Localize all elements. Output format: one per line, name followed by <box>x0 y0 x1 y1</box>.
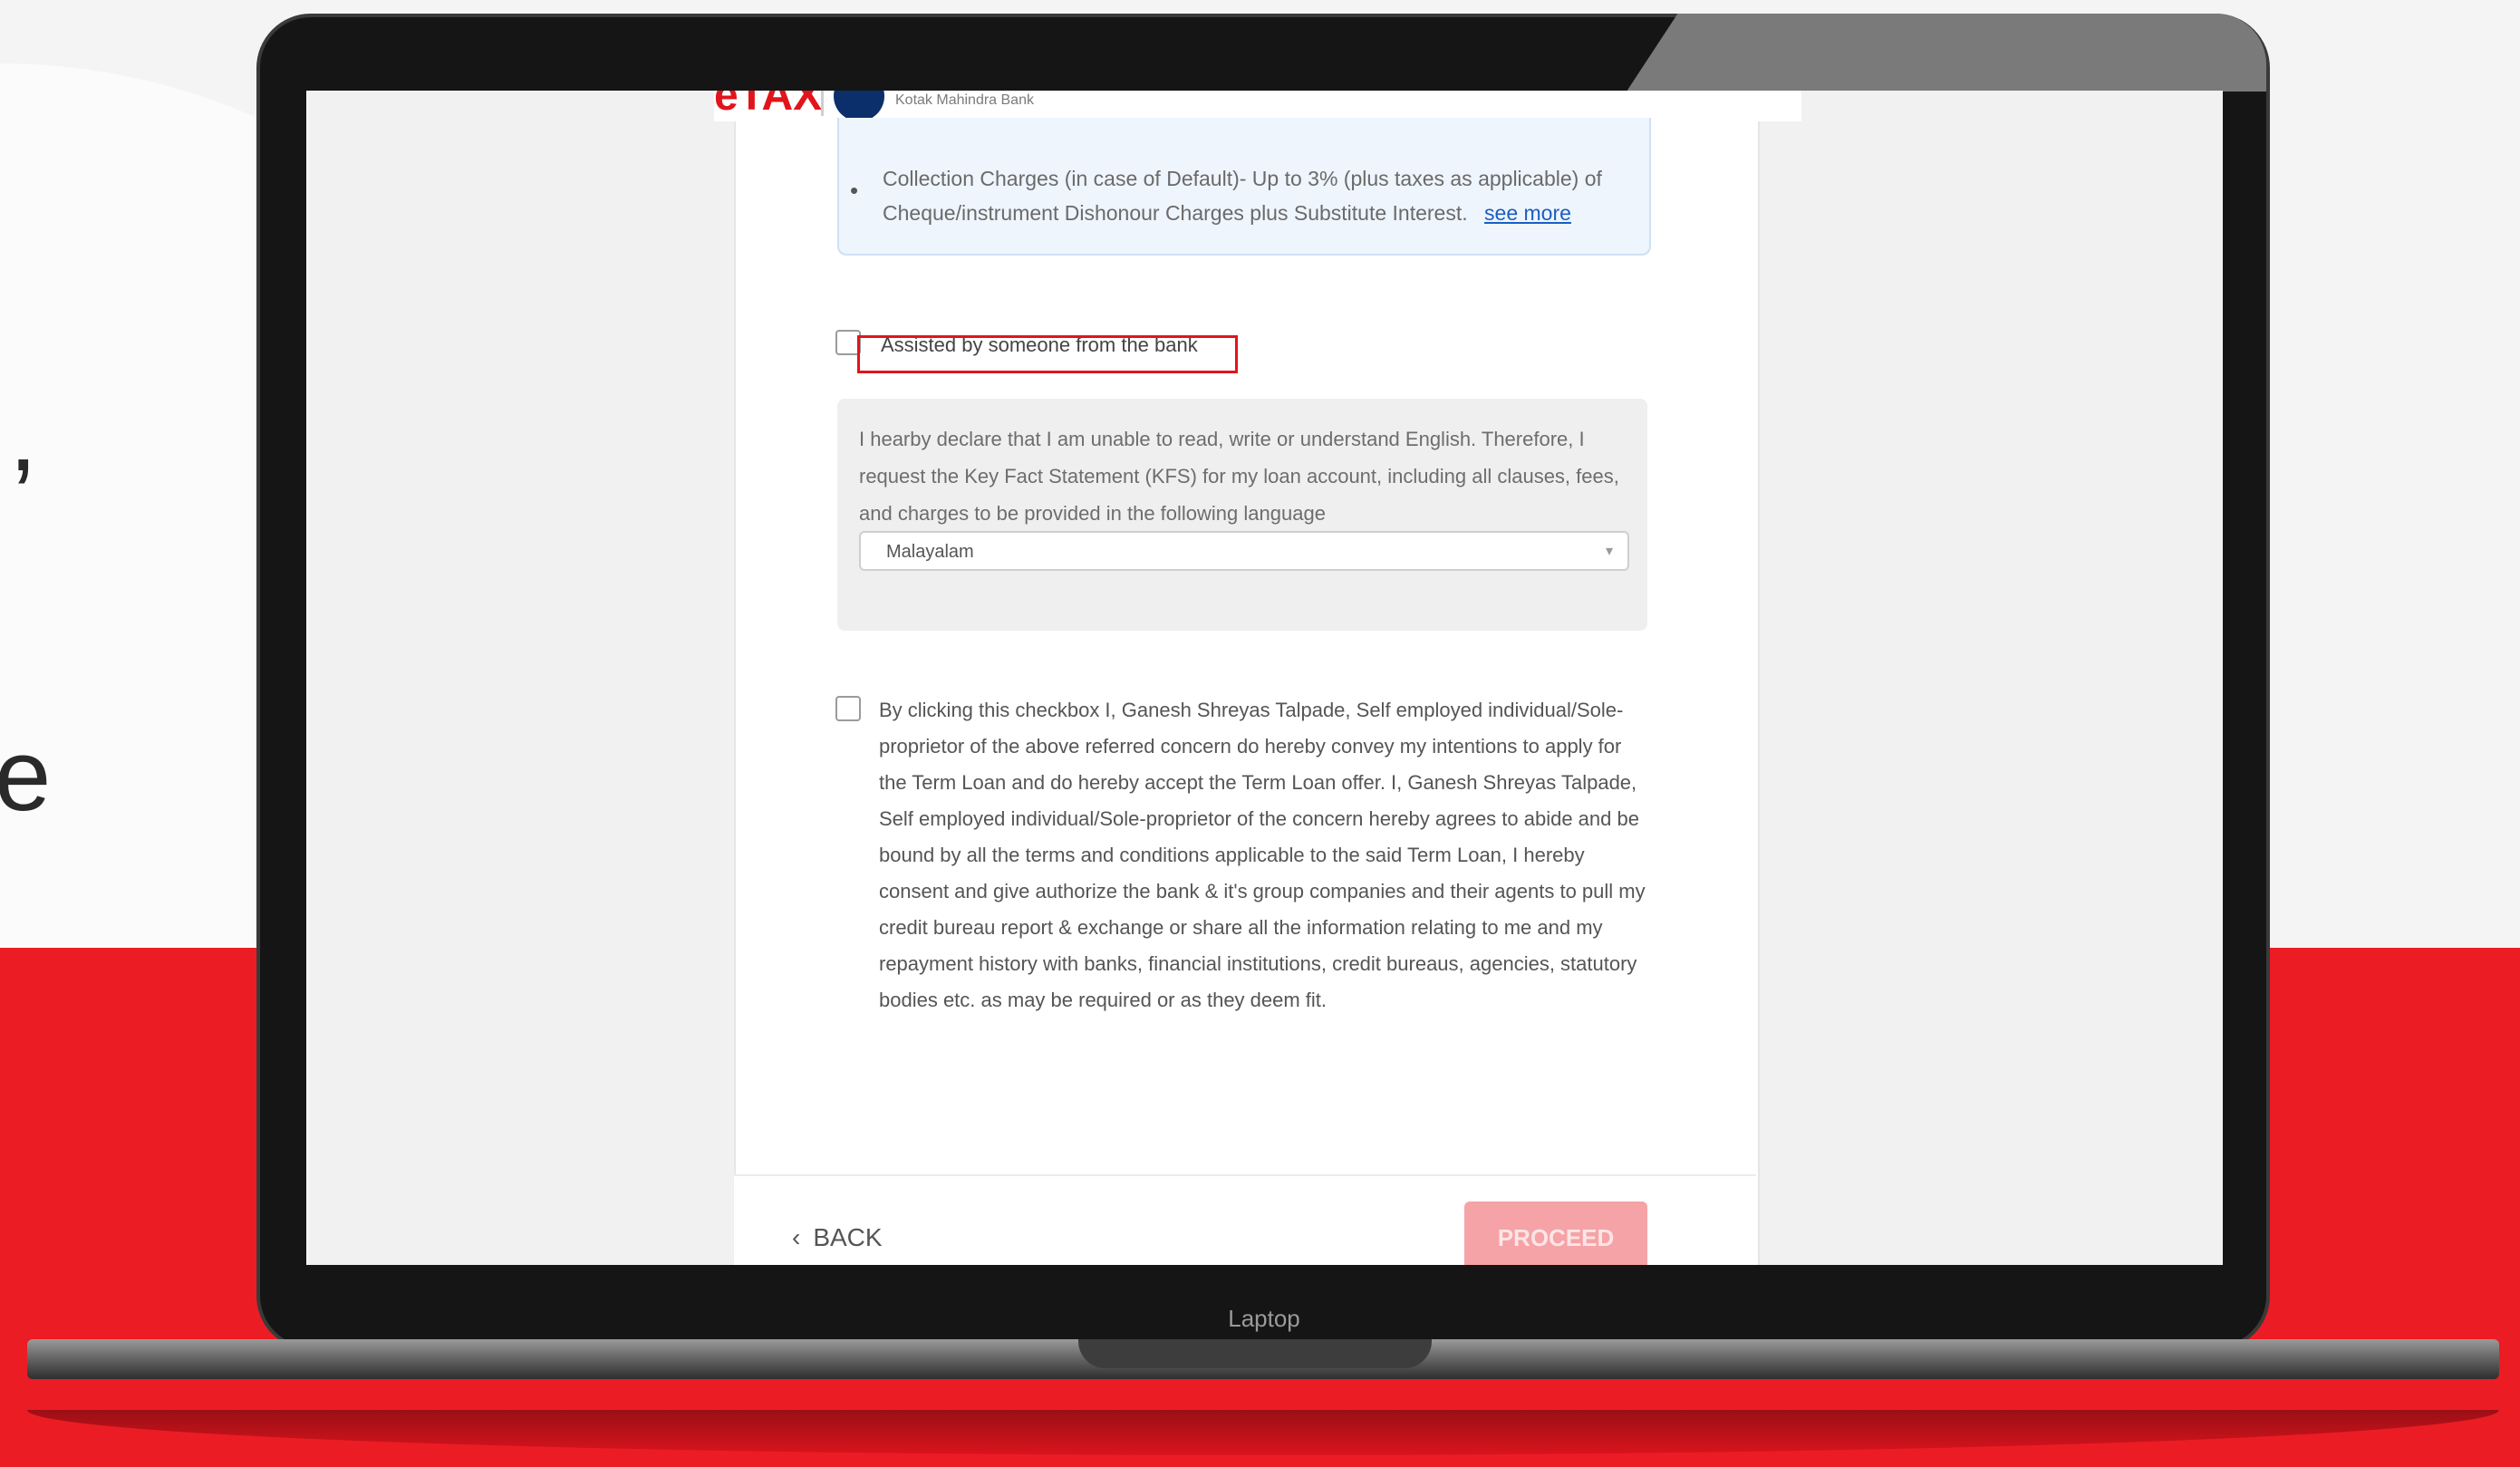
app-header: eTAX Kotak Mahindra Bank <box>714 91 1801 121</box>
collection-charges-text: Collection Charges (in case of Default)-… <box>883 161 1644 230</box>
etax-logo: eTAX <box>714 91 823 120</box>
kotak-logo-icon <box>834 91 884 121</box>
consent-text: By clicking this checkbox I, Ganesh Shre… <box>879 699 1646 1011</box>
side-text-fragment: e <box>0 719 52 832</box>
highlight-annotation <box>857 335 1238 373</box>
laptop-label: Laptop <box>1228 1305 1300 1332</box>
declaration-text: I hearby declare that I am unable to rea… <box>859 428 1619 525</box>
language-select[interactable]: Malayalam ▾ <box>859 531 1629 571</box>
consent-checkbox[interactable] <box>835 696 861 721</box>
laptop-lid-sheen <box>1627 14 2266 92</box>
back-button[interactable]: ‹ BACK <box>792 1223 883 1252</box>
laptop-screen: eTAX Kotak Mahindra Bank • Collection Ch… <box>306 91 2223 1265</box>
language-select-value: Malayalam <box>886 542 974 562</box>
bullet-icon: • <box>850 177 859 204</box>
side-text-fragment: , <box>9 379 38 492</box>
see-more-link[interactable]: see more <box>1484 201 1571 225</box>
laptop-hinge-notch <box>1078 1339 1432 1368</box>
chevron-down-icon: ▾ <box>1605 544 1613 559</box>
proceed-button[interactable]: PROCEED <box>1464 1202 1647 1265</box>
back-label: BACK <box>813 1223 883 1251</box>
logo-divider <box>821 91 824 116</box>
chevron-left-icon: ‹ <box>792 1223 801 1251</box>
form-panel <box>734 91 1760 1265</box>
bank-name: Kotak Mahindra Bank <box>895 92 1034 108</box>
